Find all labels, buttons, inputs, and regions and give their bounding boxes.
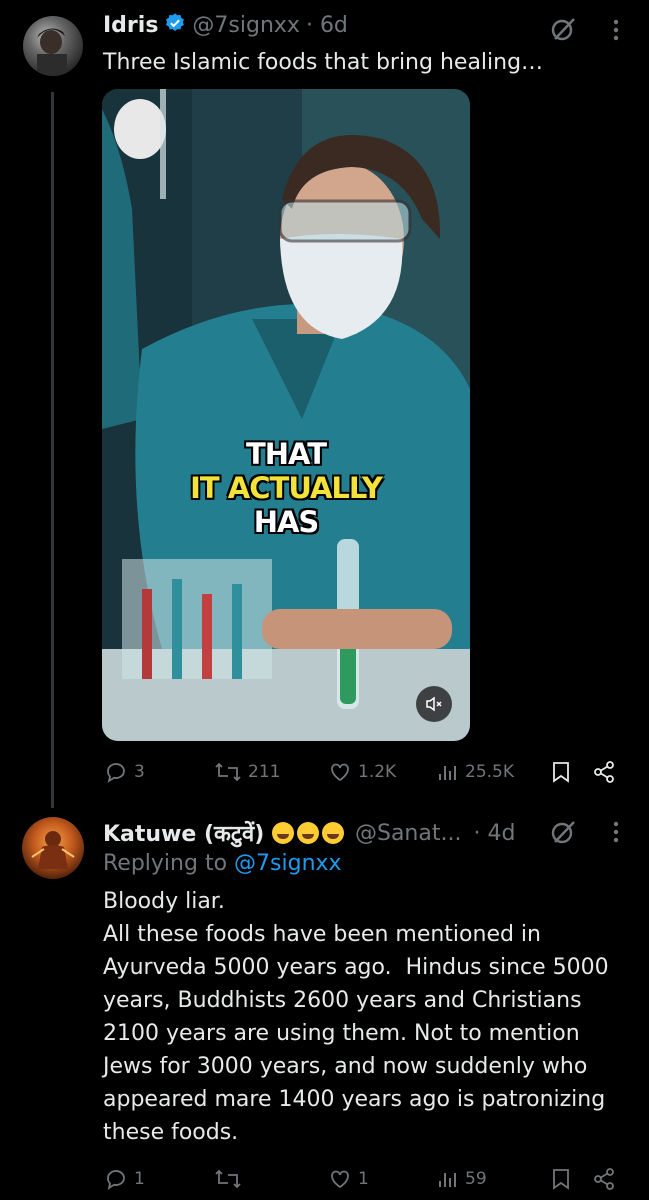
more-icon[interactable]: [610, 18, 622, 46]
video-player[interactable]: THAT IT ACTUALLY HAS: [102, 89, 470, 741]
like-icon: [331, 763, 349, 782]
mute-button[interactable]: [416, 686, 452, 722]
views-icon: [439, 766, 456, 780]
repost-button[interactable]: 211: [214, 760, 280, 784]
share-icon[interactable]: [592, 760, 616, 788]
reply-button[interactable]: 1: [104, 1167, 145, 1191]
grok-icon[interactable]: [549, 818, 577, 850]
reply-count: 3: [134, 762, 145, 782]
grok-icon[interactable]: [549, 15, 577, 47]
repost-button[interactable]: [214, 1167, 242, 1191]
replying-to: Replying to @7signxx: [103, 851, 342, 876]
like-button[interactable]: 1.2K: [328, 760, 396, 784]
avatar[interactable]: [23, 16, 83, 76]
views-button[interactable]: 25.5K: [437, 760, 514, 784]
avatar-figure-icon: [37, 28, 67, 76]
repost-count: 211: [248, 762, 281, 782]
text-line: years, Buddhists 2600 years and Christia…: [103, 988, 582, 1013]
views-button[interactable]: 59: [437, 1167, 487, 1191]
reply-icon: [107, 763, 125, 783]
avatar[interactable]: [22, 817, 84, 879]
text-line: these foods.: [103, 1120, 239, 1145]
text-line: 2100 years are using them. Not to mentio…: [103, 1021, 580, 1046]
handle[interactable]: @7signxx: [192, 13, 300, 38]
more-icon[interactable]: [610, 820, 622, 848]
mute-icon: [426, 696, 442, 712]
reply-button[interactable]: 3: [104, 760, 145, 784]
verified-icon: [164, 12, 186, 38]
views-icon: [439, 1173, 456, 1187]
repost-icon: [215, 762, 241, 782]
text-line: appeared mare 1400 years ago is patroniz…: [103, 1087, 606, 1112]
replying-prefix: Replying to: [103, 851, 228, 876]
text-line: Jews for 3000 years, and now suddenly wh…: [103, 1054, 588, 1079]
like-icon: [331, 1170, 349, 1189]
tweet-header: Katuwe (कटुवें) @Sanat... · 4d: [103, 818, 515, 848]
bookmark-icon[interactable]: [550, 760, 572, 788]
like-count: 1.2K: [358, 762, 397, 782]
avatar-deity-icon: [31, 831, 75, 869]
display-name[interactable]: Katuwe (कटुवें): [103, 818, 347, 848]
share-icon[interactable]: [592, 1167, 616, 1195]
laughing-emoji-icon: [271, 822, 294, 844]
text-line: Bloody liar.: [103, 889, 225, 914]
text-line: All these foods have been mentioned in: [103, 922, 541, 947]
replying-to-link[interactable]: @7signxx: [234, 851, 342, 876]
caption-line-3: HAS: [253, 505, 320, 539]
reply-icon: [107, 1170, 125, 1190]
tweet-text: Three Islamic foods that bring healing…: [103, 50, 544, 75]
like-button[interactable]: 1: [328, 1167, 369, 1191]
caption-line-2: IT ACTUALLY: [190, 471, 383, 505]
handle[interactable]: @Sanat...: [355, 821, 461, 846]
view-count: 25.5K: [465, 762, 514, 782]
thread-connector: [51, 92, 54, 808]
timestamp[interactable]: · 4d: [473, 821, 515, 846]
text-line: Ayurveda 5000 years ago. Hindus since 50…: [103, 955, 609, 980]
display-name[interactable]: Idris: [103, 13, 158, 38]
tweet-text: Bloody liar. All these foods have been m…: [103, 885, 643, 1149]
reply-count: 1: [134, 1169, 145, 1189]
like-count: 1: [358, 1169, 369, 1189]
laughing-emoji-icon: [296, 822, 319, 844]
video-frame-scientist-icon: [102, 89, 470, 741]
laughing-emoji-icon: [321, 822, 344, 844]
repost-icon: [215, 1169, 241, 1189]
timestamp[interactable]: · 6d: [306, 13, 348, 38]
tweet-header: Idris @7signxx · 6d: [103, 12, 348, 38]
caption-line-1: THAT: [245, 437, 327, 471]
bookmark-icon[interactable]: [550, 1167, 572, 1195]
display-name-text: Katuwe (कटुवें): [103, 822, 265, 847]
video-caption: THAT IT ACTUALLY HAS: [102, 437, 470, 539]
view-count: 59: [465, 1169, 487, 1189]
